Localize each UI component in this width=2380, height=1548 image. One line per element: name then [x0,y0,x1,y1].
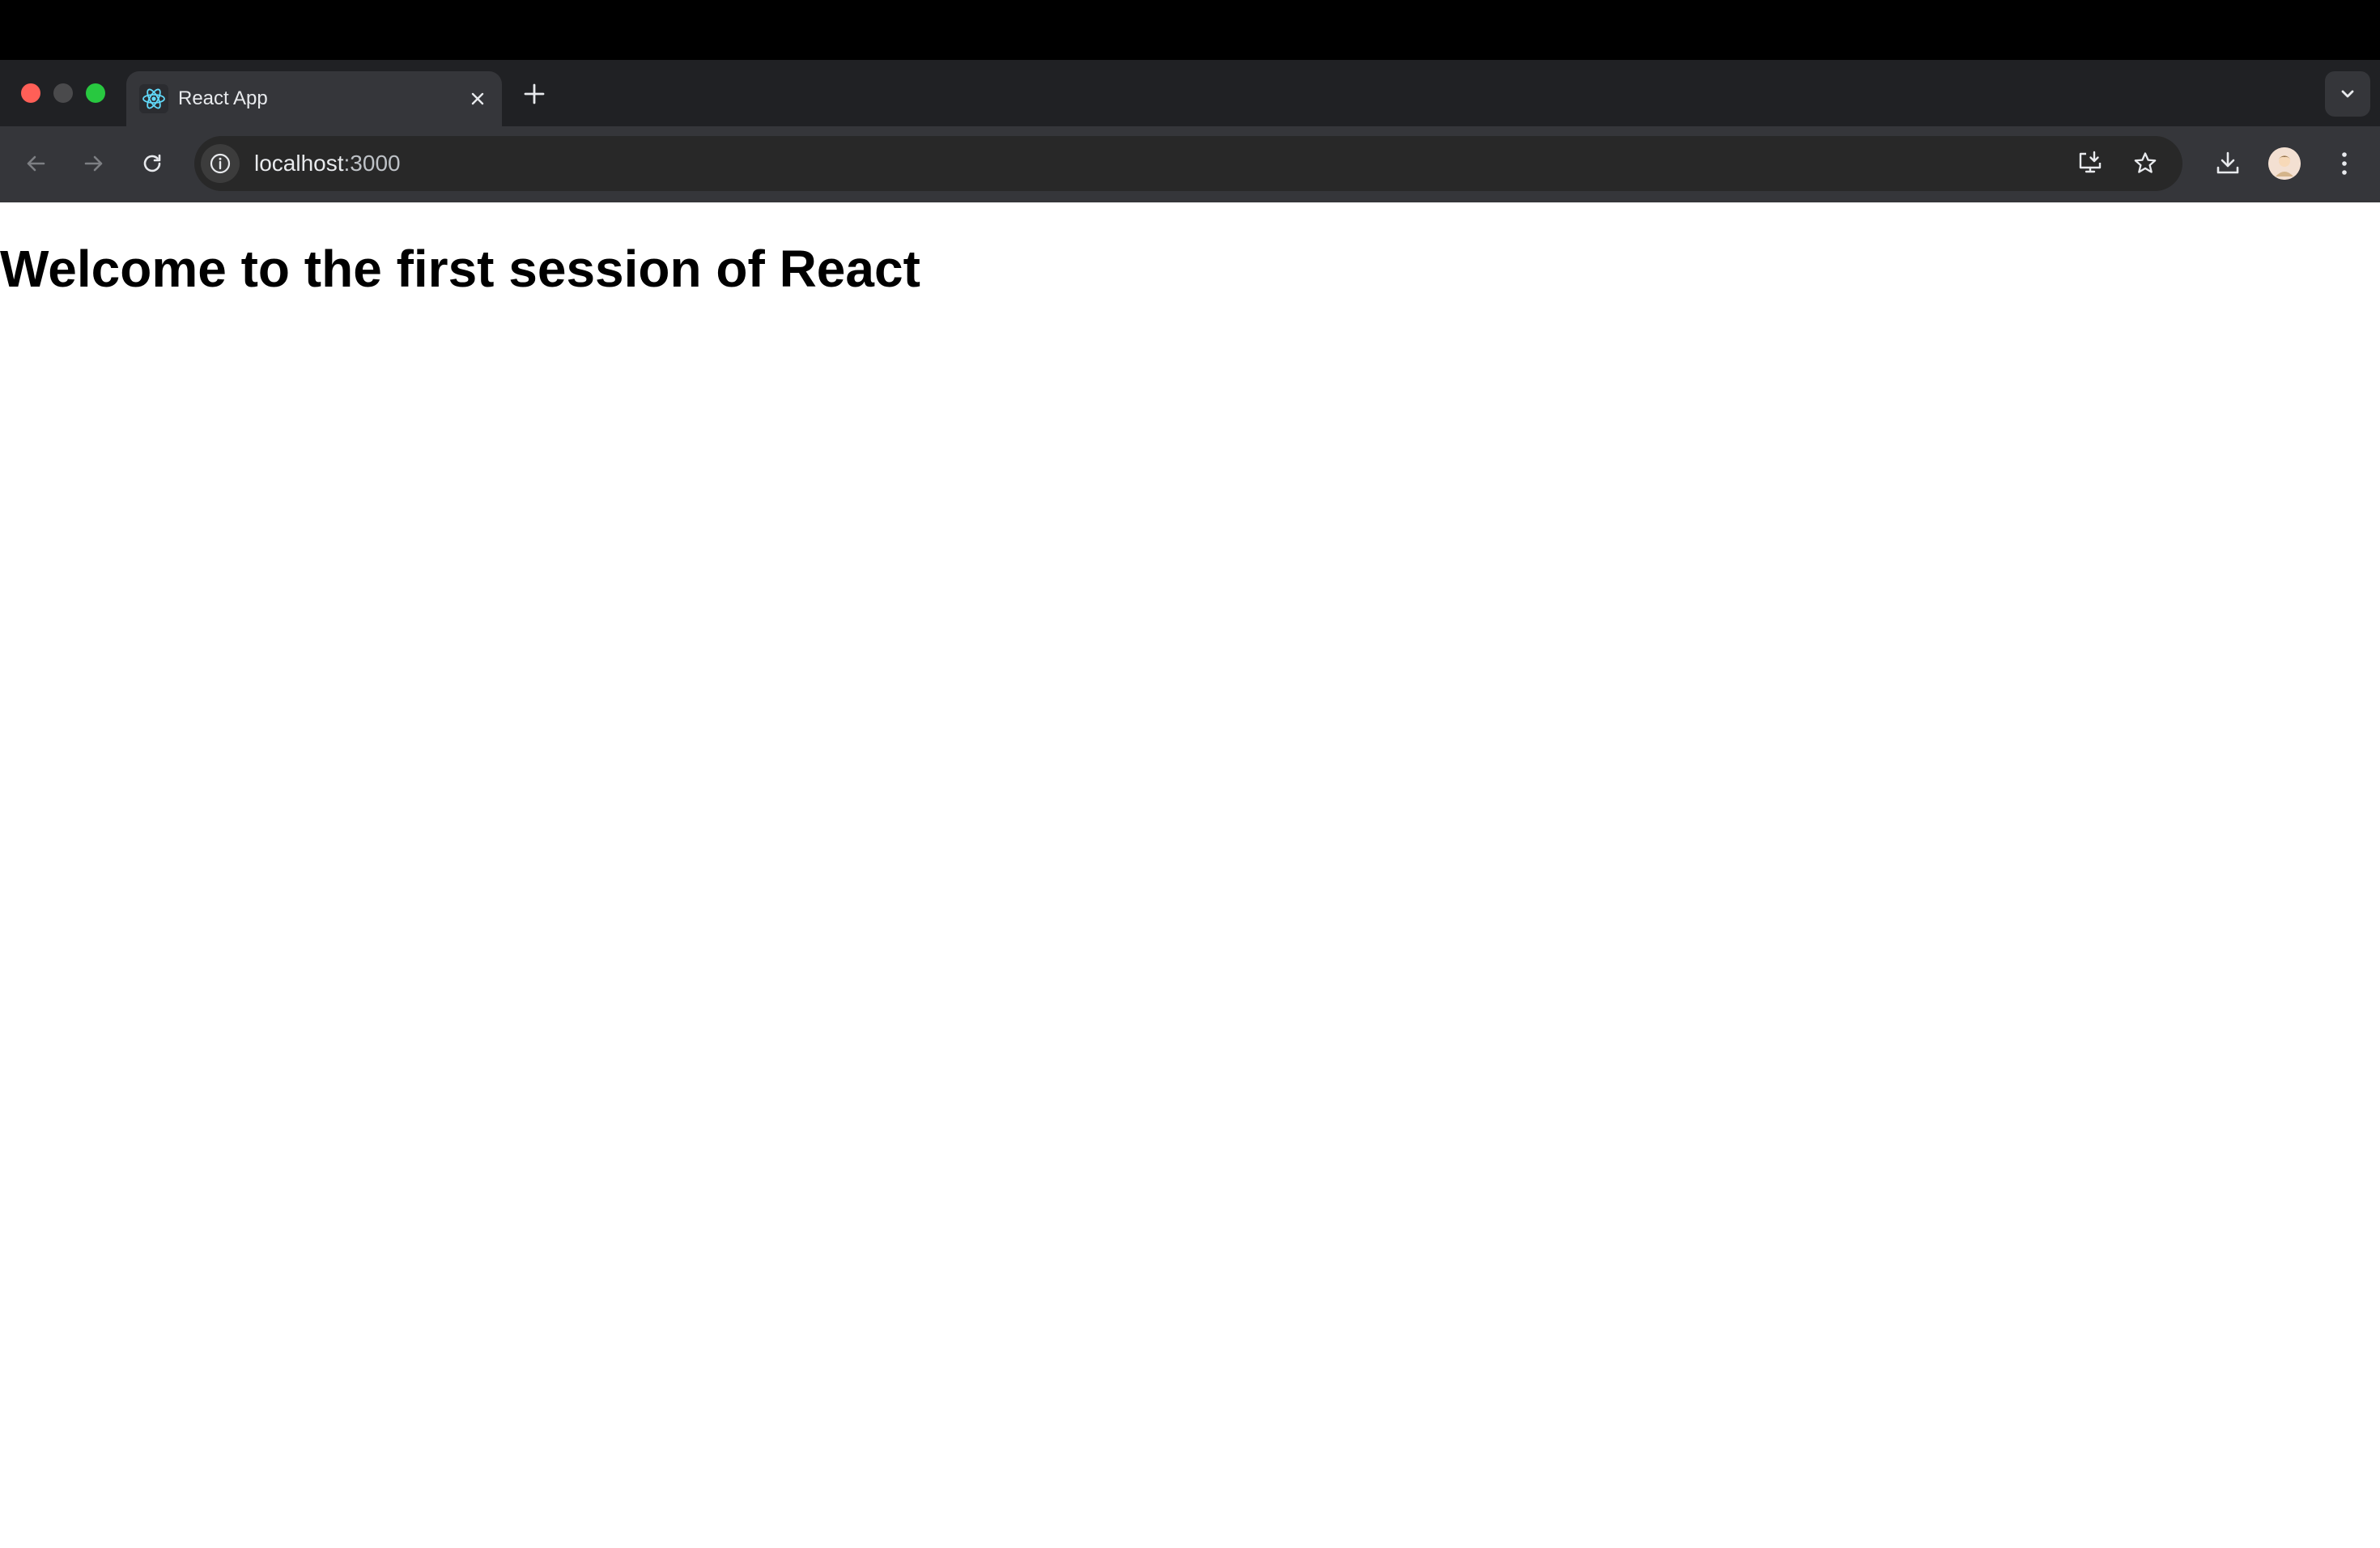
new-tab-button[interactable] [518,78,550,110]
install-app-icon [2079,151,2102,173]
downloads-button[interactable] [2208,144,2247,183]
site-info-button[interactable] [201,144,240,183]
tab-close-icon[interactable] [465,86,491,112]
chrome-menu-button[interactable] [2325,144,2364,183]
page-content: Welcome to the first session of React [0,202,2380,1548]
system-menu-bar [0,0,2380,60]
react-logo-icon [139,84,168,113]
install-app-button[interactable] [2071,144,2110,183]
download-icon [2216,151,2239,174]
window-minimize-button[interactable] [53,83,73,103]
reload-icon [143,154,161,172]
tab-search-button[interactable] [2325,71,2370,117]
url-text: localhost:3000 [254,149,401,178]
star-icon [2134,152,2157,173]
back-button[interactable] [16,144,55,183]
back-arrow-icon [27,155,45,172]
tab-title: React App [178,87,268,109]
address-bar[interactable]: localhost:3000 [194,136,2182,191]
window-close-button[interactable] [21,83,40,103]
avatar[interactable] [2268,147,2301,180]
reload-button[interactable] [133,144,172,183]
url-port: :3000 [343,151,401,176]
tab-react-app[interactable]: React App [126,71,502,126]
forward-button[interactable] [74,144,113,183]
info-icon [210,153,231,174]
page-heading: Welcome to the first session of React [0,240,920,298]
profile-avatar-icon [2268,147,2301,180]
chevron-down-icon [2341,90,2354,98]
bookmark-button[interactable] [2126,144,2165,183]
forward-arrow-icon [84,155,103,172]
url-host: localhost [254,151,344,176]
window-maximize-button[interactable] [86,83,105,103]
kebab-menu-icon [2342,152,2347,175]
plus-icon [524,83,545,104]
